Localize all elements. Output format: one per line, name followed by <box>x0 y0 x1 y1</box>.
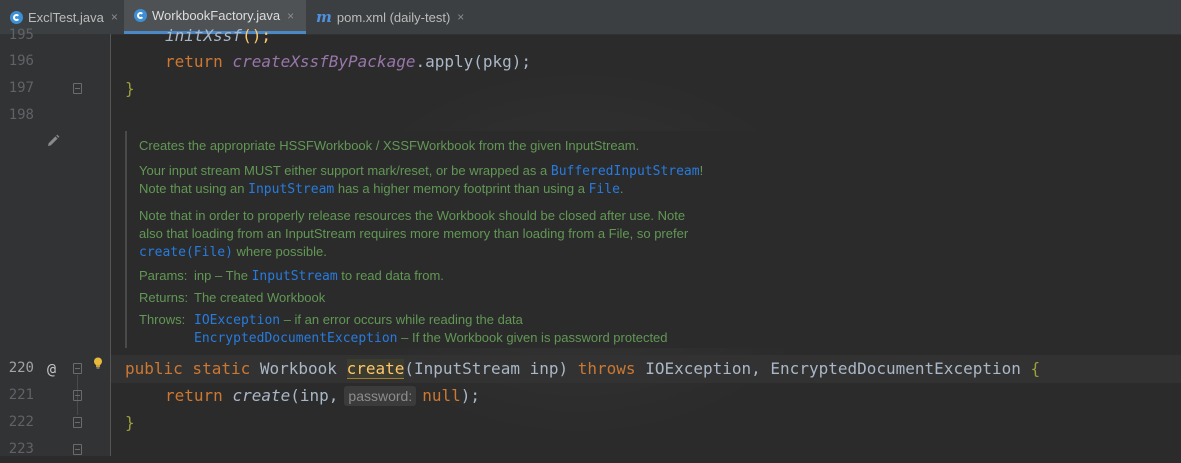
doc-line: create(File) where possible. <box>139 243 327 262</box>
field-reference: createXssfByPackage <box>232 52 416 71</box>
exception-list: IOException, EncryptedDocumentException <box>645 359 1031 378</box>
keyword: return <box>165 52 233 71</box>
null-literal: null <box>422 386 461 405</box>
line-number: 222 <box>8 414 34 430</box>
code-line-195[interactable]: initXssf(); <box>165 22 271 49</box>
maven-icon: m <box>316 8 332 26</box>
doc-text: Note that using an <box>139 181 249 196</box>
doc-text: to read data from. <box>337 268 444 283</box>
java-class-icon <box>134 9 147 22</box>
doc-text: . <box>619 181 624 196</box>
line-number: 197 <box>8 80 34 96</box>
doc-text: The created Workbook <box>194 290 326 305</box>
doc-line: also that loading from an InputStream re… <box>139 226 689 241</box>
line-number: 220 <box>8 360 34 376</box>
fold-marker-icon[interactable] <box>73 390 82 401</box>
doc-link[interactable]: InputStream <box>252 269 338 284</box>
fold-marker-icon[interactable] <box>73 417 82 428</box>
line-number: 221 <box>8 387 34 403</box>
gutter-divider <box>110 34 111 456</box>
code-text: (); <box>242 26 271 45</box>
code-line-222[interactable]: } <box>125 409 135 436</box>
type-name: Workbook <box>259 359 347 378</box>
tab-pom-xml[interactable]: m pom.xml (daily-test) × <box>306 0 476 34</box>
doc-text: ! <box>699 163 704 178</box>
fold-marker-icon[interactable] <box>73 363 82 374</box>
closing-brace: } <box>125 413 135 432</box>
doc-throws: Throws: IOException – if an error occurs … <box>139 311 523 329</box>
keyword: throws <box>577 359 646 378</box>
code-line-197[interactable]: } <box>125 75 135 102</box>
doc-returns: Returns: The created Workbook <box>139 289 325 307</box>
doc-line: Creates the appropriate HSSFWorkbook / X… <box>139 138 640 153</box>
close-icon[interactable]: × <box>287 9 294 23</box>
override-marker-icon[interactable]: @ <box>47 359 56 379</box>
doc-link[interactable]: InputStream <box>248 182 334 197</box>
fold-marker-icon[interactable] <box>73 83 82 94</box>
keyword: public static <box>125 359 260 378</box>
doc-text: – if an error occurs while reading the d… <box>280 312 523 327</box>
doc-text: has a higher memory footprint than using… <box>334 181 589 196</box>
doc-params: Params: inp – The InputStream to read dat… <box>139 267 444 285</box>
code-line-221[interactable]: return create(inp, password: null); <box>165 382 480 409</box>
doc-link[interactable]: BufferedInputStream <box>551 164 700 179</box>
doc-line: Your input stream MUST either support ma… <box>139 162 703 181</box>
rendered-javadoc: Creates the appropriate HSSFWorkbook / X… <box>125 131 1181 348</box>
parameter-hint: password: <box>344 386 417 406</box>
method-call: initXssf <box>165 26 243 45</box>
doc-link[interactable]: create(File) <box>139 245 233 260</box>
doc-text: Your input stream MUST either support ma… <box>139 163 551 178</box>
pencil-icon[interactable] <box>46 134 60 148</box>
code-line-196[interactable]: return createXssfByPackage.apply(pkg); <box>165 48 531 75</box>
doc-tag-label: Returns: <box>139 290 189 305</box>
lightbulb-icon[interactable] <box>93 357 103 369</box>
method-call: create <box>232 386 291 405</box>
doc-text: inp – The InputStream to read data from. <box>194 267 444 286</box>
parameters: (InputStream inp) <box>404 359 578 378</box>
close-icon[interactable]: × <box>457 10 464 24</box>
close-icon[interactable]: × <box>111 10 118 24</box>
doc-line: Note that using an InputStream has a hig… <box>139 180 624 199</box>
keyword: return <box>165 386 233 405</box>
line-number: 196 <box>8 53 34 69</box>
tab-label: pom.xml (daily-test) <box>336 9 451 25</box>
method-name[interactable]: create <box>346 359 405 379</box>
code-text: (inp, <box>290 386 339 405</box>
opening-brace: { <box>1030 359 1041 378</box>
tab-label: ExclTest.java <box>28 9 104 25</box>
code-text: ); <box>460 386 481 405</box>
doc-text: IOException – if an error occurs while r… <box>194 311 523 330</box>
doc-line: Note that in order to properly release r… <box>139 208 686 223</box>
code-line-220[interactable]: public static Workbook create(InputStrea… <box>125 355 1040 382</box>
doc-link[interactable]: EncryptedDocumentException <box>194 331 398 346</box>
closing-brace: } <box>125 79 135 98</box>
doc-link[interactable]: File <box>589 182 620 197</box>
doc-link[interactable]: IOException <box>194 313 280 328</box>
doc-text: inp – The <box>194 268 252 283</box>
line-number: 223 <box>8 441 34 457</box>
doc-text: where possible. <box>232 244 327 259</box>
doc-throws-2: EncryptedDocumentException – If the Work… <box>194 329 668 348</box>
doc-text: – If the Workbook given is password prot… <box>397 330 668 345</box>
tab-label: WorkbookFactory.java <box>152 8 281 23</box>
doc-tag-label: Params: <box>139 268 188 283</box>
code-text: .apply(pkg); <box>415 52 532 71</box>
fold-marker-icon[interactable] <box>73 444 82 455</box>
line-number: 195 <box>8 27 34 43</box>
line-number: 198 <box>8 107 34 123</box>
doc-tag-label: Throws: <box>139 312 186 327</box>
